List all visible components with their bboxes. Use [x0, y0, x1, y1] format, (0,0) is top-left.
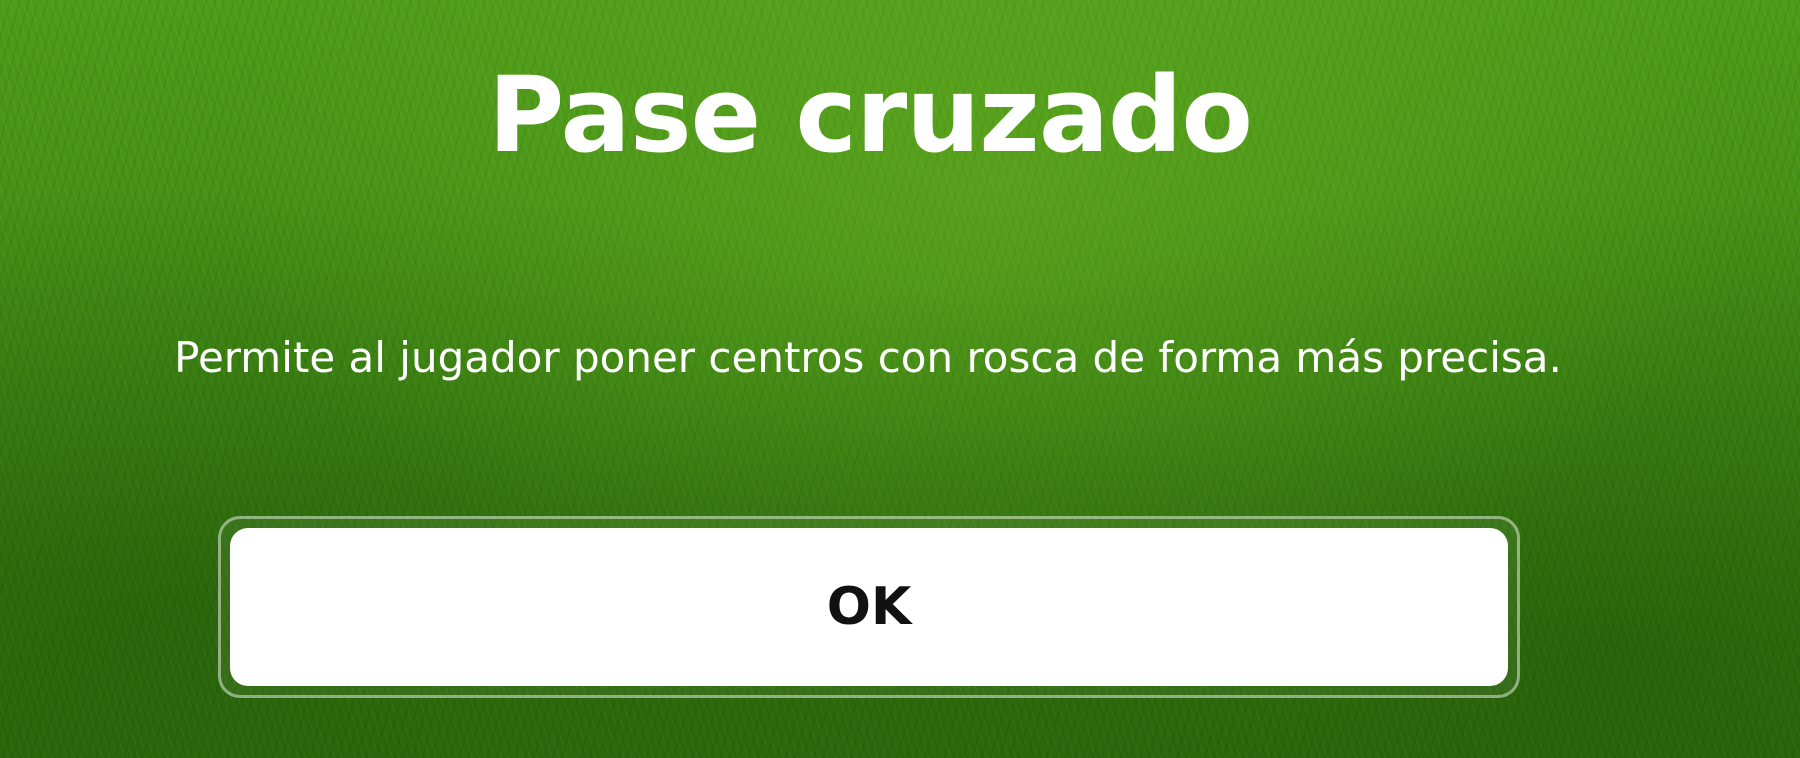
dialog-title: Pase cruzado	[488, 54, 1253, 176]
skill-info-dialog: Pase cruzado Permite al jugador poner ce…	[0, 0, 1800, 758]
ok-button[interactable]: OK	[230, 528, 1508, 686]
dialog-description: Permite al jugador poner centros con ros…	[174, 333, 1562, 382]
